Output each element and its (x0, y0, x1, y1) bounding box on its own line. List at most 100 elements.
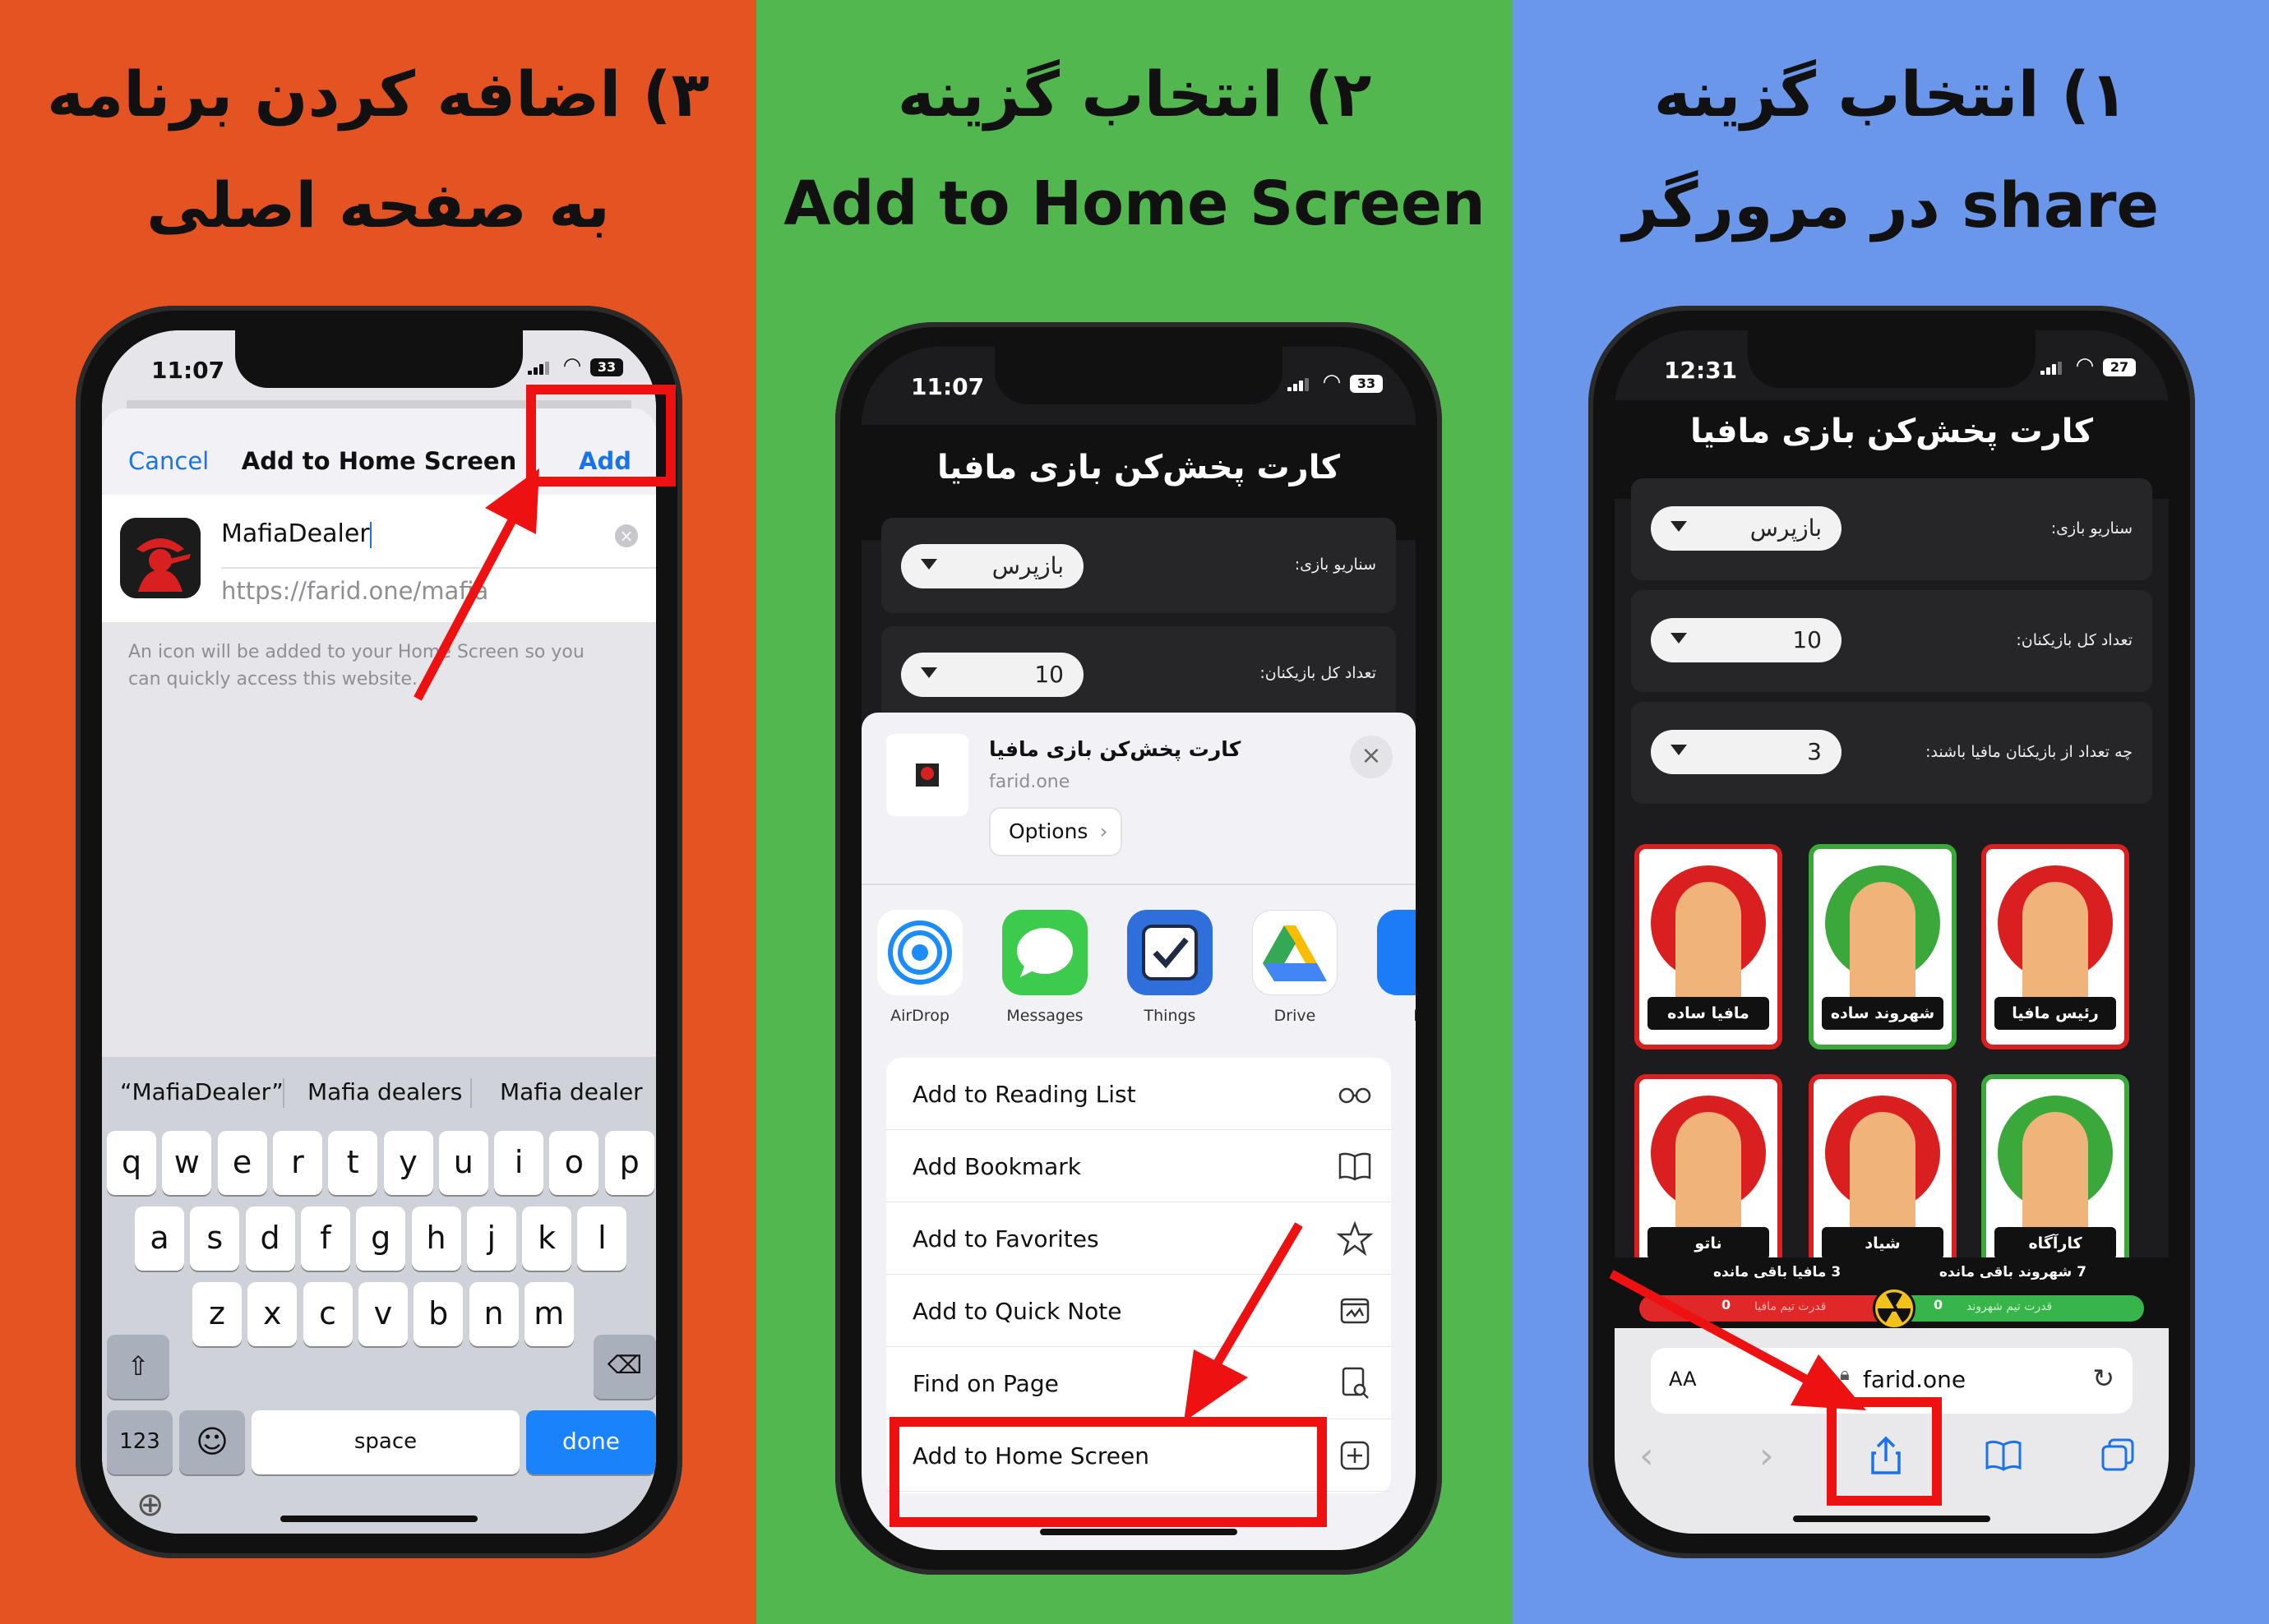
key-q[interactable]: q (107, 1131, 156, 1195)
app-icon (120, 518, 201, 598)
menu-item-add-to-favorites[interactable]: Add to Favorites (886, 1202, 1391, 1275)
numbers-key[interactable]: 123 (107, 1410, 173, 1474)
role-name: کارآگاه (1994, 1227, 2116, 1260)
mafia-count-select[interactable]: 3 (1651, 730, 1842, 774)
role-card[interactable]: مافیا ساده (1634, 844, 1782, 1050)
scenario-label: سناریو بازی: (1294, 556, 1376, 574)
phone-frame: 12:31 ◠ 27 کارت پخش‌کن بازی مافیا بازپرس… (1588, 306, 2195, 1558)
key-a[interactable]: a (135, 1206, 184, 1271)
reload-icon[interactable]: ↻ (2092, 1363, 2114, 1394)
app-name-input[interactable]: MafiaDealer (221, 518, 656, 569)
key-d[interactable]: d (245, 1206, 295, 1271)
players-select[interactable]: 10 (901, 653, 1084, 697)
back-icon[interactable]: ‹ (1639, 1435, 1654, 1477)
menu-item-label: Add to Favorites (913, 1225, 1099, 1253)
key-g[interactable]: g (356, 1206, 406, 1271)
suggestion-item[interactable]: Mafia dealer (500, 1078, 643, 1105)
globe-icon[interactable]: ⊕ (136, 1486, 164, 1524)
role-card[interactable]: کارآگاه (1981, 1074, 2129, 1280)
forward-icon[interactable]: › (1759, 1435, 1774, 1477)
role-card[interactable]: شهروند ساده (1809, 844, 1957, 1050)
key-t[interactable]: t (328, 1131, 378, 1195)
emoji-key[interactable]: ☺ (179, 1410, 245, 1474)
key-i[interactable]: i (494, 1131, 544, 1195)
key-f[interactable]: f (300, 1206, 350, 1271)
shift-key[interactable]: ⇧ (107, 1335, 169, 1399)
key-s[interactable]: s (190, 1206, 240, 1271)
players-card: 10 تعداد کل بازیکنان: (1631, 590, 2152, 692)
players-label: تعداد کل بازیکنان: (2016, 631, 2133, 649)
wifi-icon: ◠ (2077, 353, 2093, 378)
status-time: 11:07 (911, 373, 985, 400)
key-w[interactable]: w (162, 1131, 212, 1195)
space-key[interactable]: space (252, 1410, 520, 1474)
book-icon (1337, 1148, 1373, 1184)
key-z[interactable]: z (192, 1282, 242, 1346)
key-e[interactable]: e (217, 1131, 267, 1195)
options-button[interactable]: Options › (989, 807, 1123, 856)
panel-step-2: ۲) انتخاب گزینه Add to Home Screen 11:07… (756, 0, 1513, 1624)
share-app-li[interactable]: Li (1371, 910, 1416, 1025)
mafia-count-label: چه تعداد از بازیکنان مافیا باشند: (1925, 743, 2133, 761)
character-illustration (1850, 1112, 1915, 1235)
done-key[interactable]: done (526, 1410, 656, 1474)
menu-item-find-on-page[interactable]: Find on Page (886, 1347, 1391, 1419)
glasses-icon (1337, 1076, 1373, 1112)
key-n[interactable]: n (469, 1282, 519, 1346)
site-icon (886, 734, 968, 816)
role-card[interactable]: رئیس مافیا (1981, 844, 2129, 1050)
messages-icon (1002, 910, 1088, 995)
players-select[interactable]: 10 (1651, 618, 1842, 662)
key-r[interactable]: r (272, 1131, 322, 1195)
share-app-label: Things (1144, 1007, 1196, 1025)
share-app-airdrop[interactable]: AirDrop (871, 910, 968, 1025)
character-illustration (2022, 1112, 2088, 1235)
tabs-icon[interactable] (2100, 1437, 2136, 1473)
key-k[interactable]: k (522, 1206, 572, 1271)
home-indicator (280, 1516, 478, 1522)
key-u[interactable]: u (438, 1131, 488, 1195)
panel-title-line-2: share در مرورگر (1622, 168, 2160, 242)
lock-icon: 🔒︎ (1840, 1364, 1850, 1385)
things-icon (1127, 910, 1213, 995)
li-icon (1377, 910, 1416, 995)
find-icon (1337, 1365, 1373, 1401)
menu-item-add-to-reading-list[interactable]: Add to Reading List (886, 1058, 1391, 1130)
menu-item-add-bookmark[interactable]: Add Bookmark (886, 1130, 1391, 1202)
panel-step-3: ۳) اضافه کردن برنامه به صفحه اصلی 11:07 … (0, 0, 756, 1624)
panel-title-line-1: ۳) اضافه کردن برنامه (47, 58, 709, 131)
close-icon[interactable]: × (1350, 736, 1393, 778)
key-v[interactable]: v (358, 1282, 408, 1346)
menu-item-label: Add to Quick Note (913, 1298, 1122, 1325)
key-y[interactable]: y (383, 1131, 433, 1195)
suggestion-item[interactable]: “MafiaDealer” (120, 1078, 284, 1105)
key-c[interactable]: c (303, 1282, 353, 1346)
role-card[interactable]: ناتو (1634, 1074, 1782, 1280)
share-app-things[interactable]: Things (1121, 910, 1218, 1025)
key-x[interactable]: x (247, 1282, 298, 1346)
mafia-power-bar: 0 قدرت تیم مافیا (1639, 1295, 1899, 1322)
battery-icon: 27 (2103, 358, 2136, 376)
character-illustration (2022, 882, 2088, 1005)
key-o[interactable]: o (549, 1131, 599, 1195)
menu-item-label: Find on Page (913, 1370, 1059, 1397)
scenario-select[interactable]: بازپرس (1651, 506, 1842, 551)
delete-key[interactable]: ⌫ (594, 1335, 656, 1399)
role-card[interactable]: شیاد (1809, 1074, 1957, 1280)
key-p[interactable]: p (604, 1131, 654, 1195)
share-app-drive[interactable]: Drive (1246, 910, 1343, 1025)
suggestion-item[interactable]: Mafia dealers (307, 1078, 462, 1105)
share-app-messages[interactable]: Messages (996, 910, 1093, 1025)
clear-icon[interactable]: × (615, 524, 638, 547)
address-text: farid.one (1863, 1366, 1966, 1393)
key-h[interactable]: h (411, 1206, 461, 1271)
bookmarks-icon[interactable] (1985, 1438, 2022, 1471)
menu-item-add-to-quick-note[interactable]: Add to Quick Note (886, 1275, 1391, 1347)
key-j[interactable]: j (466, 1206, 516, 1271)
key-m[interactable]: m (524, 1282, 574, 1346)
home-indicator (1793, 1516, 1990, 1522)
key-l[interactable]: l (577, 1206, 627, 1271)
scenario-select[interactable]: بازپرس (901, 544, 1084, 588)
key-b[interactable]: b (414, 1282, 464, 1346)
reader-aa-button[interactable]: AA (1669, 1368, 1697, 1391)
